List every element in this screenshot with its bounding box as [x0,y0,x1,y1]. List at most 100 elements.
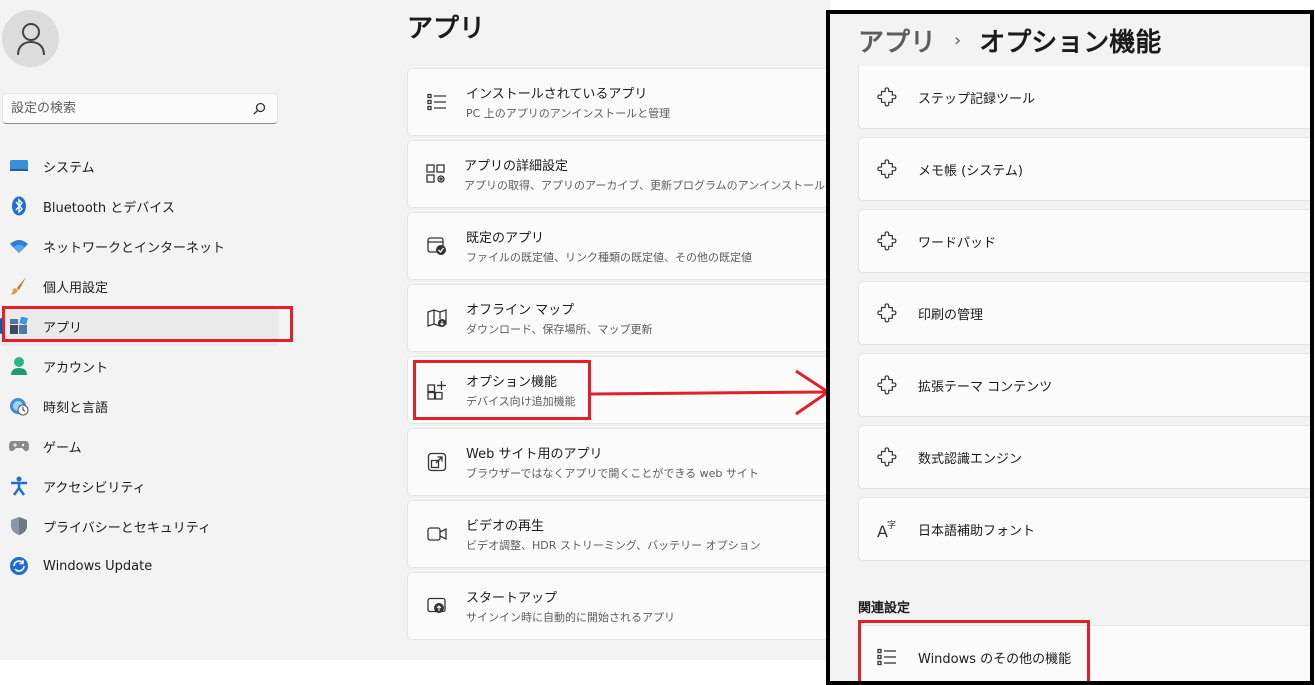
feature-item[interactable]: 拡張テーマ コンテンツ [858,353,1310,417]
card-subtitle: PC 上のアプリのアンインストールと管理 [466,107,671,120]
card-subtitle: ファイルの既定値、リンク種類の既定値、その他の既定値 [466,251,752,264]
card-startup[interactable]: スタートアップ サインイン時に自動的に開始されるアプリ [407,572,830,640]
sidebar-item-network[interactable]: ネットワークとインターネット [0,226,290,266]
card-subtitle: ブラウザーではなくアプリで開くことができる web サイト [466,467,759,480]
feature-item[interactable]: メモ帳 (システム) [858,137,1310,201]
sidebar-item-label: ネットワークとインターネット [43,240,226,256]
card-title: オプション機能 [466,375,558,390]
breadcrumb-current: オプション機能 [979,28,1162,58]
breadcrumb: アプリ › オプション機能 [858,22,1161,59]
open-external-icon [426,451,448,473]
feature-label: メモ帳 (システム) [918,163,1023,179]
font-icon: A字 [875,517,899,541]
breadcrumb-parent[interactable]: アプリ [858,22,936,59]
sidebar-item-label: プライバシーとセキュリティ [43,520,211,536]
svg-text:字: 字 [887,519,896,531]
feature-label: ステップ記録ツール [918,91,1036,107]
puzzle-icon [875,373,899,397]
sidebar-item-bluetooth[interactable]: Bluetooth とデバイス [0,186,290,226]
account-icon [9,356,29,376]
card-title: Web サイト用のアプリ [466,447,603,462]
gamepad-icon [9,436,29,456]
card-video-playback[interactable]: ビデオの再生ビデオ調整、HDR ストリーミング、バッテリー オプション [407,500,830,568]
optional-features-icon [426,379,448,401]
feature-item[interactable]: ワードパッド [858,209,1310,273]
related-settings-heading: 関連設定 [858,601,911,616]
card-title: ビデオの再生 [466,519,545,534]
map-icon [426,307,448,329]
app-settings-icon [426,163,446,185]
card-advanced-app-settings[interactable]: アプリの詳細設定アプリの取得、アプリのアーカイブ、更新プログラムのアンインストー… [407,140,830,208]
sidebar-item-time-language[interactable]: 時刻と言語 [0,386,290,426]
wifi-icon [9,236,29,256]
sidebar-nav: システム Bluetooth とデバイス ネットワークとインターネット 個人用設… [0,146,290,586]
card-installed-apps[interactable]: インストールされているアプリ PC 上のアプリのアンインストールと管理 [407,68,830,136]
sidebar-item-apps[interactable]: アプリ [0,306,279,346]
puzzle-icon [875,157,899,181]
sidebar-item-accounts[interactable]: アカウント [0,346,290,386]
sidebar-item-windows-update[interactable]: Windows Update [0,546,290,586]
related-link-label: Windows のその他の機能 [918,651,1072,667]
sidebar-item-label: 時刻と言語 [43,400,109,416]
video-icon [426,523,448,545]
sidebar-item-label: Windows Update [43,558,153,574]
card-subtitle: ダウンロード、保存場所、マップ更新 [466,323,653,336]
puzzle-icon [875,229,899,253]
sidebar-item-personalization[interactable]: 個人用設定 [0,266,290,306]
feature-label: ワードパッド [918,235,997,251]
annotation-arrow-icon [589,369,831,416]
card-default-apps[interactable]: 既定のアプリファイルの既定値、リンク種類の既定値、その他の既定値 [407,212,830,280]
settings-window: システム Bluetooth とデバイス ネットワークとインターネット 個人用設… [0,0,830,660]
search-icon[interactable] [253,102,266,115]
card-apps-for-websites[interactable]: Web サイト用のアプリブラウザーではなくアプリで開くことができる web サイ… [407,428,830,496]
sidebar-item-label: 個人用設定 [43,280,109,296]
system-icon [9,156,29,176]
feature-label: 印刷の管理 [918,307,984,323]
update-icon [9,556,29,576]
person-icon [16,22,45,55]
sidebar-item-gaming[interactable]: ゲーム [0,426,290,466]
feature-label: 数式認識エンジン [918,451,1023,467]
card-title: 既定のアプリ [466,231,545,246]
page-title: アプリ [407,14,486,44]
list-icon [875,645,899,669]
brush-icon [9,276,29,296]
card-title: オフライン マップ [466,303,575,318]
installed-features-list: ステップ記録ツール メモ帳 (システム) ワードパッド 印刷の管理 拡張テーマ … [858,66,1310,569]
list-icon [426,91,448,113]
user-avatar[interactable] [2,10,59,67]
feature-item[interactable]: 数式認識エンジン [858,425,1310,489]
sidebar-item-label: アクセシビリティ [43,480,146,496]
sidebar-item-label: アプリ [43,320,83,336]
breadcrumb-separator: › [954,30,962,51]
sidebar-item-label: アカウント [43,360,109,376]
card-offline-maps[interactable]: オフライン マップダウンロード、保存場所、マップ更新 [407,284,830,352]
apps-icon [9,316,29,336]
puzzle-icon [875,301,899,325]
card-title: インストールされているアプリ [466,87,648,102]
shield-icon [9,516,29,536]
sidebar-item-system[interactable]: システム [0,146,290,186]
settings-search-box[interactable] [2,93,278,124]
card-subtitle: ビデオ調整、HDR ストリーミング、バッテリー オプション [466,539,761,552]
puzzle-icon [875,445,899,469]
sidebar-item-accessibility[interactable]: アクセシビリティ [0,466,290,506]
card-subtitle: アプリの取得、アプリのアーカイブ、更新プログラムのアンインストールを行う場所を [464,179,830,192]
more-windows-features-link[interactable]: Windows のその他の機能 [858,625,1310,681]
card-title: アプリの詳細設定 [464,159,569,174]
startup-icon [426,595,448,617]
puzzle-icon [875,85,899,109]
sidebar-item-label: ゲーム [43,440,82,456]
feature-item[interactable]: A字 日本語補助フォント [858,497,1310,561]
sidebar-item-privacy[interactable]: プライバシーとセキュリティ [0,506,290,546]
feature-item[interactable]: 印刷の管理 [858,281,1310,345]
sidebar-item-label: Bluetooth とデバイス [43,200,175,216]
default-apps-icon [426,235,448,257]
card-subtitle: デバイス向け追加機能 [466,395,576,408]
card-title: スタートアップ [466,591,558,606]
feature-label: 日本語補助フォント [918,523,1036,539]
feature-item[interactable]: ステップ記録ツール [858,66,1310,129]
sidebar-item-label: システム [43,160,95,176]
apps-settings-list: インストールされているアプリ PC 上のアプリのアンインストールと管理 アプリの詳… [407,68,830,644]
search-input[interactable] [11,101,241,116]
